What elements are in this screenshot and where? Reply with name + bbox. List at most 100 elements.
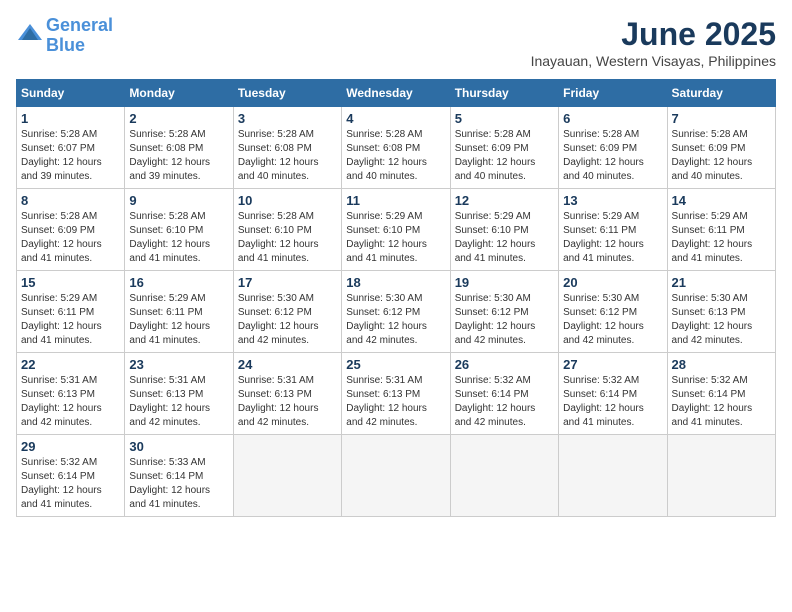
calendar-cell: 23 Sunrise: 5:31 AMSunset: 6:13 PMDayligh… [125,353,233,435]
calendar-cell [559,435,667,517]
header-friday: Friday [559,80,667,107]
calendar-cell: 27Sunrise: 5:32 AMSunset: 6:14 PMDayligh… [559,353,667,435]
calendar-week-1: 1 Sunrise: 5:28 AMSunset: 6:07 PMDaylight… [17,107,776,189]
header-thursday: Thursday [450,80,558,107]
day-number: 16 [129,275,228,290]
calendar-cell: 2 Sunrise: 5:28 AMSunset: 6:08 PMDaylight… [125,107,233,189]
day-info: Sunrise: 5:28 AMSunset: 6:08 PMDaylight:… [346,128,445,184]
calendar-cell: 17 Sunrise: 5:30 AMSunset: 6:12 PMDayligh… [233,271,341,353]
page-header: General Blue June 2025 Inayauan, Western… [16,16,776,69]
day-number: 27 [563,357,662,372]
day-info: Sunrise: 5:28 AMSunset: 6:08 PMDaylight:… [129,128,228,184]
calendar-cell: 19 Sunrise: 5:30 AMSunset: 6:12 PMDayligh… [450,271,558,353]
day-info: Sunrise: 5:28 AMSunset: 6:09 PMDaylight:… [21,210,120,266]
logo-icon [16,22,44,50]
day-info: Sunrise: 5:30 AMSunset: 6:12 PMDaylight:… [238,292,337,348]
day-number: 10 [238,193,337,208]
day-number: 18 [346,275,445,290]
calendar-cell: 30 Sunrise: 5:33 AMSunset: 6:14 PMDayligh… [125,435,233,517]
day-number: 19 [455,275,554,290]
calendar-cell: 1 Sunrise: 5:28 AMSunset: 6:07 PMDaylight… [17,107,125,189]
calendar-week-2: 8Sunrise: 5:28 AMSunset: 6:09 PMDaylight… [17,189,776,271]
calendar-cell [233,435,341,517]
day-number: 15 [21,275,120,290]
calendar-cell: 11 Sunrise: 5:29 AMSunset: 6:10 PMDayligh… [342,189,450,271]
day-number: 4 [346,111,445,126]
day-info: Sunrise: 5:28 AMSunset: 6:08 PMDaylight:… [238,128,337,184]
day-info: Sunrise: 5:32 AMSunset: 6:14 PMDaylight:… [455,374,554,430]
day-number: 5 [455,111,554,126]
calendar-cell: 10 Sunrise: 5:28 AMSunset: 6:10 PMDayligh… [233,189,341,271]
calendar-cell: 28 Sunrise: 5:32 AMSunset: 6:14 PMDayligh… [667,353,775,435]
day-info: Sunrise: 5:30 AMSunset: 6:12 PMDaylight:… [346,292,445,348]
calendar-cell: 6Sunrise: 5:28 AMSunset: 6:09 PMDaylight… [559,107,667,189]
day-number: 2 [129,111,228,126]
day-info: Sunrise: 5:29 AMSunset: 6:11 PMDaylight:… [563,210,662,266]
calendar-cell: 29 Sunrise: 5:32 AMSunset: 6:14 PMDayligh… [17,435,125,517]
calendar-cell: 16Sunrise: 5:29 AMSunset: 6:11 PMDayligh… [125,271,233,353]
day-number: 23 [129,357,228,372]
day-info: Sunrise: 5:31 AMSunset: 6:13 PMDaylight:… [238,374,337,430]
logo-line2: Blue [46,35,85,55]
header-tuesday: Tuesday [233,80,341,107]
day-number: 17 [238,275,337,290]
day-info: Sunrise: 5:28 AMSunset: 6:10 PMDaylight:… [129,210,228,266]
header-monday: Monday [125,80,233,107]
day-number: 7 [672,111,771,126]
day-info: Sunrise: 5:29 AMSunset: 6:10 PMDaylight:… [455,210,554,266]
calendar-cell: 18 Sunrise: 5:30 AMSunset: 6:12 PMDayligh… [342,271,450,353]
header-row: Sunday Monday Tuesday Wednesday Thursday… [17,80,776,107]
day-number: 11 [346,193,445,208]
day-info: Sunrise: 5:28 AMSunset: 6:07 PMDaylight:… [21,128,120,184]
calendar-subtitle: Inayauan, Western Visayas, Philippines [531,53,776,69]
calendar-cell [667,435,775,517]
day-info: Sunrise: 5:30 AMSunset: 6:12 PMDaylight:… [563,292,662,348]
logo: General Blue [16,16,113,56]
calendar-table: Sunday Monday Tuesday Wednesday Thursday… [16,79,776,517]
day-number: 29 [21,439,120,454]
calendar-cell: 8Sunrise: 5:28 AMSunset: 6:09 PMDaylight… [17,189,125,271]
day-number: 13 [563,193,662,208]
day-info: Sunrise: 5:29 AMSunset: 6:10 PMDaylight:… [346,210,445,266]
calendar-title: June 2025 [531,16,776,53]
day-number: 28 [672,357,771,372]
day-number: 12 [455,193,554,208]
day-info: Sunrise: 5:28 AMSunset: 6:09 PMDaylight:… [672,128,771,184]
day-number: 30 [129,439,228,454]
day-number: 24 [238,357,337,372]
calendar-cell: 20 Sunrise: 5:30 AMSunset: 6:12 PMDayligh… [559,271,667,353]
day-number: 1 [21,111,120,126]
calendar-cell: 14Sunrise: 5:29 AMSunset: 6:11 PMDayligh… [667,189,775,271]
day-info: Sunrise: 5:28 AMSunset: 6:10 PMDaylight:… [238,210,337,266]
calendar-cell: 26Sunrise: 5:32 AMSunset: 6:14 PMDayligh… [450,353,558,435]
day-info: Sunrise: 5:30 AMSunset: 6:13 PMDaylight:… [672,292,771,348]
day-info: Sunrise: 5:31 AMSunset: 6:13 PMDaylight:… [129,374,228,430]
header-wednesday: Wednesday [342,80,450,107]
logo-text: General Blue [46,16,113,56]
calendar-cell: 13 Sunrise: 5:29 AMSunset: 6:11 PMDayligh… [559,189,667,271]
calendar-cell: 22Sunrise: 5:31 AMSunset: 6:13 PMDayligh… [17,353,125,435]
day-number: 21 [672,275,771,290]
calendar-cell: 25Sunrise: 5:31 AMSunset: 6:13 PMDayligh… [342,353,450,435]
calendar-cell: 21 Sunrise: 5:30 AMSunset: 6:13 PMDayligh… [667,271,775,353]
day-number: 20 [563,275,662,290]
title-area: June 2025 Inayauan, Western Visayas, Phi… [531,16,776,69]
day-info: Sunrise: 5:33 AMSunset: 6:14 PMDaylight:… [129,456,228,512]
day-info: Sunrise: 5:29 AMSunset: 6:11 PMDaylight:… [21,292,120,348]
calendar-cell [342,435,450,517]
day-number: 3 [238,111,337,126]
calendar-week-4: 22Sunrise: 5:31 AMSunset: 6:13 PMDayligh… [17,353,776,435]
logo-line1: General [46,15,113,35]
day-info: Sunrise: 5:30 AMSunset: 6:12 PMDaylight:… [455,292,554,348]
day-info: Sunrise: 5:31 AMSunset: 6:13 PMDaylight:… [346,374,445,430]
day-info: Sunrise: 5:32 AMSunset: 6:14 PMDaylight:… [21,456,120,512]
calendar-cell: 15 Sunrise: 5:29 AMSunset: 6:11 PMDayligh… [17,271,125,353]
header-saturday: Saturday [667,80,775,107]
calendar-week-5: 29 Sunrise: 5:32 AMSunset: 6:14 PMDayligh… [17,435,776,517]
calendar-cell: 12 Sunrise: 5:29 AMSunset: 6:10 PMDayligh… [450,189,558,271]
calendar-cell: 3 Sunrise: 5:28 AMSunset: 6:08 PMDaylight… [233,107,341,189]
calendar-cell: 24 Sunrise: 5:31 AMSunset: 6:13 PMDayligh… [233,353,341,435]
day-info: Sunrise: 5:32 AMSunset: 6:14 PMDaylight:… [672,374,771,430]
calendar-cell: 7 Sunrise: 5:28 AMSunset: 6:09 PMDaylight… [667,107,775,189]
header-sunday: Sunday [17,80,125,107]
